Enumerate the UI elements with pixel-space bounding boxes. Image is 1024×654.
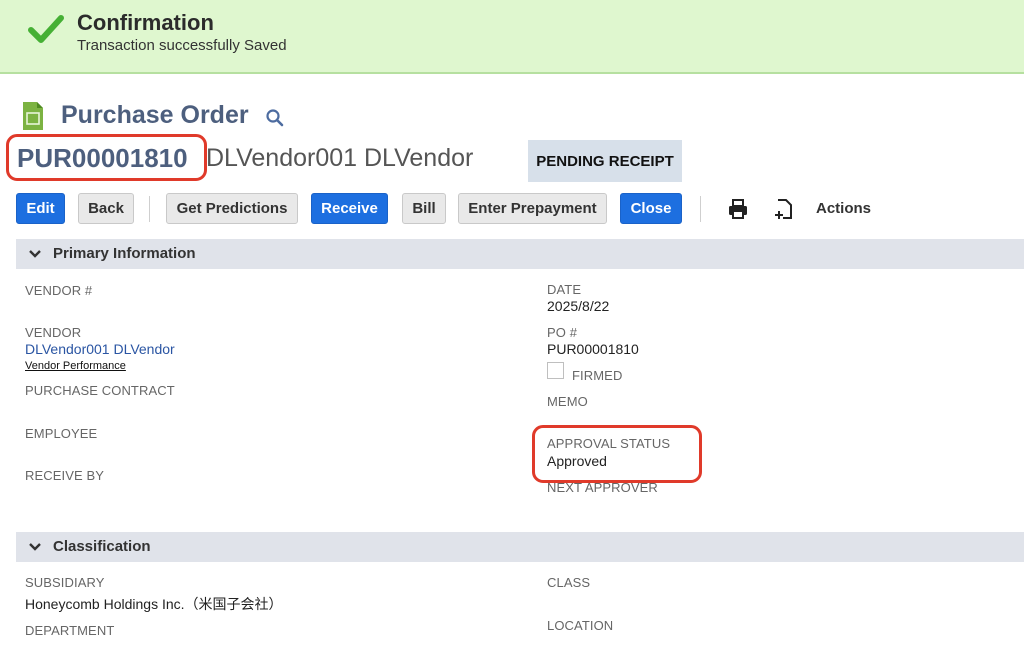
enter-prepayment-button[interactable]: Enter Prepayment xyxy=(458,193,607,224)
confirmation-title: Confirmation xyxy=(77,10,214,35)
confirmation-banner: Confirmation Transaction successfully Sa… xyxy=(0,0,1024,74)
print-icon[interactable] xyxy=(727,197,749,221)
date-label: DATE xyxy=(547,282,582,297)
chevron-down-icon xyxy=(29,250,41,258)
receive-button[interactable]: Receive xyxy=(311,193,388,224)
subsidiary-label: SUBSIDIARY xyxy=(25,575,105,590)
classification-header[interactable]: Classification xyxy=(16,532,1024,562)
firmed-label: FIRMED xyxy=(572,368,623,383)
purchase-contract-label: PURCHASE CONTRACT xyxy=(25,383,175,398)
close-button[interactable]: Close xyxy=(620,193,682,224)
vendor-number-label: VENDOR # xyxy=(25,283,93,298)
search-icon[interactable] xyxy=(265,108,285,128)
new-document-icon[interactable] xyxy=(773,197,795,221)
confirmation-message: Transaction successfully Saved xyxy=(77,37,287,54)
employee-label: EMPLOYEE xyxy=(25,426,98,441)
checkmark-icon xyxy=(28,15,64,43)
record-name: DLVendor001 DLVendor xyxy=(206,144,474,172)
location-label: LOCATION xyxy=(547,618,614,633)
class-label: CLASS xyxy=(547,575,591,590)
back-button[interactable]: Back xyxy=(78,193,134,224)
po-number-value: PUR00001810 xyxy=(547,341,639,357)
receive-by-label: RECEIVE BY xyxy=(25,468,105,483)
edit-button[interactable]: Edit xyxy=(16,193,65,224)
memo-label: MEMO xyxy=(547,394,588,409)
page-title: Purchase Order xyxy=(61,101,249,129)
record-id-highlight xyxy=(6,134,207,181)
document-icon xyxy=(23,102,43,130)
section-title: Classification xyxy=(53,538,151,555)
get-predictions-button[interactable]: Get Predictions xyxy=(166,193,298,224)
toolbar-divider xyxy=(700,196,701,222)
po-number-label: PO # xyxy=(547,325,578,340)
bill-button[interactable]: Bill xyxy=(402,193,446,224)
date-value: 2025/8/22 xyxy=(547,298,610,314)
status-badge: PENDING RECEIPT xyxy=(528,140,682,182)
firmed-checkbox[interactable] xyxy=(547,362,564,379)
actions-menu[interactable]: Actions xyxy=(816,200,871,217)
subsidiary-value: Honeycomb Holdings Inc.（米国子会社） xyxy=(25,596,283,612)
vendor-performance-link[interactable]: Vendor Performance xyxy=(25,360,126,372)
department-label: DEPARTMENT xyxy=(25,623,115,638)
chevron-down-icon xyxy=(29,543,41,551)
approval-status-value: Approved xyxy=(547,453,607,469)
section-title: Primary Information xyxy=(53,245,196,262)
vendor-link[interactable]: DLVendor001 DLVendor xyxy=(25,341,175,357)
vendor-label: VENDOR xyxy=(25,325,82,340)
primary-information-header[interactable]: Primary Information xyxy=(16,239,1024,269)
approval-status-label: APPROVAL STATUS xyxy=(547,436,671,451)
toolbar-divider xyxy=(149,196,150,222)
